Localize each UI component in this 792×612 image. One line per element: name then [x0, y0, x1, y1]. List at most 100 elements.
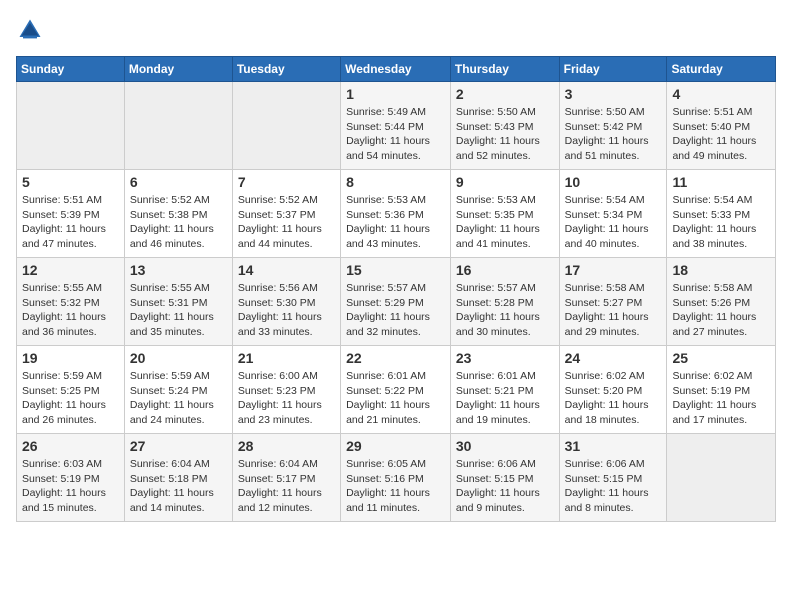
- page-header: [16, 16, 776, 44]
- day-info: Sunrise: 5:54 AM Sunset: 5:33 PM Dayligh…: [672, 193, 770, 252]
- day-number: 6: [130, 174, 227, 190]
- day-info: Sunrise: 6:01 AM Sunset: 5:22 PM Dayligh…: [346, 369, 445, 428]
- day-number: 14: [238, 262, 335, 278]
- day-number: 8: [346, 174, 445, 190]
- weekday-header-thursday: Thursday: [450, 57, 559, 82]
- day-info: Sunrise: 6:04 AM Sunset: 5:18 PM Dayligh…: [130, 457, 227, 516]
- weekday-header-friday: Friday: [559, 57, 667, 82]
- day-info: Sunrise: 5:58 AM Sunset: 5:26 PM Dayligh…: [672, 281, 770, 340]
- calendar-cell: 3 Sunrise: 5:50 AM Sunset: 5:42 PM Daylig…: [559, 82, 667, 170]
- day-number: 27: [130, 438, 227, 454]
- day-number: 3: [565, 86, 662, 102]
- calendar-cell: 5 Sunrise: 5:51 AM Sunset: 5:39 PM Daylig…: [17, 170, 125, 258]
- day-number: 15: [346, 262, 445, 278]
- day-number: 2: [456, 86, 554, 102]
- day-number: 21: [238, 350, 335, 366]
- day-number: 12: [22, 262, 119, 278]
- day-info: Sunrise: 5:59 AM Sunset: 5:25 PM Dayligh…: [22, 369, 119, 428]
- day-info: Sunrise: 6:02 AM Sunset: 5:20 PM Dayligh…: [565, 369, 662, 428]
- day-info: Sunrise: 6:01 AM Sunset: 5:21 PM Dayligh…: [456, 369, 554, 428]
- calendar-cell: 21Sunrise: 6:00 AM Sunset: 5:23 PM Dayli…: [232, 346, 340, 434]
- day-info: Sunrise: 5:51 AM Sunset: 5:39 PM Dayligh…: [22, 193, 119, 252]
- day-info: Sunrise: 5:53 AM Sunset: 5:35 PM Dayligh…: [456, 193, 554, 252]
- calendar-cell: 18 Sunrise: 5:58 AM Sunset: 5:26 PM Dayli…: [667, 258, 776, 346]
- day-number: 28: [238, 438, 335, 454]
- logo: [16, 16, 48, 44]
- day-number: 24: [565, 350, 662, 366]
- calendar-cell: 14 Sunrise: 5:56 AM Sunset: 5:30 PM Dayli…: [232, 258, 340, 346]
- day-info: Sunrise: 5:50 AM Sunset: 5:43 PM Dayligh…: [456, 105, 554, 164]
- calendar-header: SundayMondayTuesdayWednesdayThursdayFrid…: [17, 57, 776, 82]
- calendar-week-2: 5 Sunrise: 5:51 AM Sunset: 5:39 PM Daylig…: [17, 170, 776, 258]
- day-number: 23: [456, 350, 554, 366]
- day-info: Sunrise: 6:05 AM Sunset: 5:16 PM Dayligh…: [346, 457, 445, 516]
- day-number: 22: [346, 350, 445, 366]
- day-number: 30: [456, 438, 554, 454]
- calendar-cell: 27 Sunrise: 6:04 AM Sunset: 5:18 PM Dayli…: [124, 434, 232, 522]
- day-info: Sunrise: 5:52 AM Sunset: 5:38 PM Dayligh…: [130, 193, 227, 252]
- day-info: Sunrise: 5:56 AM Sunset: 5:30 PM Dayligh…: [238, 281, 335, 340]
- day-number: 31: [565, 438, 662, 454]
- calendar-week-4: 19 Sunrise: 5:59 AM Sunset: 5:25 PM Dayli…: [17, 346, 776, 434]
- day-info: Sunrise: 5:50 AM Sunset: 5:42 PM Dayligh…: [565, 105, 662, 164]
- calendar-week-1: 1Sunrise: 5:49 AM Sunset: 5:44 PM Daylig…: [17, 82, 776, 170]
- calendar-table: SundayMondayTuesdayWednesdayThursdayFrid…: [16, 56, 776, 522]
- day-info: Sunrise: 6:06 AM Sunset: 5:15 PM Dayligh…: [565, 457, 662, 516]
- weekday-header-row: SundayMondayTuesdayWednesdayThursdayFrid…: [17, 57, 776, 82]
- day-number: 4: [672, 86, 770, 102]
- day-number: 26: [22, 438, 119, 454]
- calendar-cell: 16Sunrise: 5:57 AM Sunset: 5:28 PM Dayli…: [450, 258, 559, 346]
- calendar-cell: 30 Sunrise: 6:06 AM Sunset: 5:15 PM Dayli…: [450, 434, 559, 522]
- day-number: 25: [672, 350, 770, 366]
- calendar-cell: 24 Sunrise: 6:02 AM Sunset: 5:20 PM Dayli…: [559, 346, 667, 434]
- day-info: Sunrise: 6:02 AM Sunset: 5:19 PM Dayligh…: [672, 369, 770, 428]
- calendar-cell: 11 Sunrise: 5:54 AM Sunset: 5:33 PM Dayli…: [667, 170, 776, 258]
- calendar-cell: 12Sunrise: 5:55 AM Sunset: 5:32 PM Dayli…: [17, 258, 125, 346]
- weekday-header-wednesday: Wednesday: [341, 57, 451, 82]
- day-number: 17: [565, 262, 662, 278]
- day-number: 29: [346, 438, 445, 454]
- calendar-cell: 4 Sunrise: 5:51 AM Sunset: 5:40 PM Daylig…: [667, 82, 776, 170]
- day-number: 18: [672, 262, 770, 278]
- calendar-cell: 19 Sunrise: 5:59 AM Sunset: 5:25 PM Dayli…: [17, 346, 125, 434]
- day-info: Sunrise: 5:59 AM Sunset: 5:24 PM Dayligh…: [130, 369, 227, 428]
- day-info: Sunrise: 5:53 AM Sunset: 5:36 PM Dayligh…: [346, 193, 445, 252]
- calendar-cell: 15 Sunrise: 5:57 AM Sunset: 5:29 PM Dayli…: [341, 258, 451, 346]
- day-number: 7: [238, 174, 335, 190]
- calendar-cell: [124, 82, 232, 170]
- calendar-cell: [232, 82, 340, 170]
- calendar-cell: 9 Sunrise: 5:53 AM Sunset: 5:35 PM Daylig…: [450, 170, 559, 258]
- day-number: 13: [130, 262, 227, 278]
- calendar-cell: 1Sunrise: 5:49 AM Sunset: 5:44 PM Daylig…: [341, 82, 451, 170]
- calendar-week-3: 12Sunrise: 5:55 AM Sunset: 5:32 PM Dayli…: [17, 258, 776, 346]
- day-info: Sunrise: 5:54 AM Sunset: 5:34 PM Dayligh…: [565, 193, 662, 252]
- day-number: 20: [130, 350, 227, 366]
- calendar-cell: 13Sunrise: 5:55 AM Sunset: 5:31 PM Dayli…: [124, 258, 232, 346]
- calendar-cell: 23 Sunrise: 6:01 AM Sunset: 5:21 PM Dayli…: [450, 346, 559, 434]
- day-number: 9: [456, 174, 554, 190]
- day-info: Sunrise: 5:51 AM Sunset: 5:40 PM Dayligh…: [672, 105, 770, 164]
- day-info: Sunrise: 5:57 AM Sunset: 5:29 PM Dayligh…: [346, 281, 445, 340]
- calendar-cell: 7 Sunrise: 5:52 AM Sunset: 5:37 PM Daylig…: [232, 170, 340, 258]
- calendar-week-5: 26 Sunrise: 6:03 AM Sunset: 5:19 PM Dayli…: [17, 434, 776, 522]
- day-info: Sunrise: 5:57 AM Sunset: 5:28 PM Dayligh…: [456, 281, 554, 340]
- day-number: 11: [672, 174, 770, 190]
- calendar-cell: 26 Sunrise: 6:03 AM Sunset: 5:19 PM Dayli…: [17, 434, 125, 522]
- calendar-cell: [667, 434, 776, 522]
- calendar-cell: 28Sunrise: 6:04 AM Sunset: 5:17 PM Dayli…: [232, 434, 340, 522]
- weekday-header-saturday: Saturday: [667, 57, 776, 82]
- day-number: 1: [346, 86, 445, 102]
- weekday-header-monday: Monday: [124, 57, 232, 82]
- day-number: 5: [22, 174, 119, 190]
- day-info: Sunrise: 6:06 AM Sunset: 5:15 PM Dayligh…: [456, 457, 554, 516]
- calendar-cell: 6 Sunrise: 5:52 AM Sunset: 5:38 PM Daylig…: [124, 170, 232, 258]
- day-info: Sunrise: 5:52 AM Sunset: 5:37 PM Dayligh…: [238, 193, 335, 252]
- day-info: Sunrise: 6:03 AM Sunset: 5:19 PM Dayligh…: [22, 457, 119, 516]
- weekday-header-tuesday: Tuesday: [232, 57, 340, 82]
- calendar-cell: 2 Sunrise: 5:50 AM Sunset: 5:43 PM Daylig…: [450, 82, 559, 170]
- calendar-cell: 29 Sunrise: 6:05 AM Sunset: 5:16 PM Dayli…: [341, 434, 451, 522]
- calendar-cell: 17Sunrise: 5:58 AM Sunset: 5:27 PM Dayli…: [559, 258, 667, 346]
- day-number: 19: [22, 350, 119, 366]
- calendar-cell: 25 Sunrise: 6:02 AM Sunset: 5:19 PM Dayli…: [667, 346, 776, 434]
- day-number: 10: [565, 174, 662, 190]
